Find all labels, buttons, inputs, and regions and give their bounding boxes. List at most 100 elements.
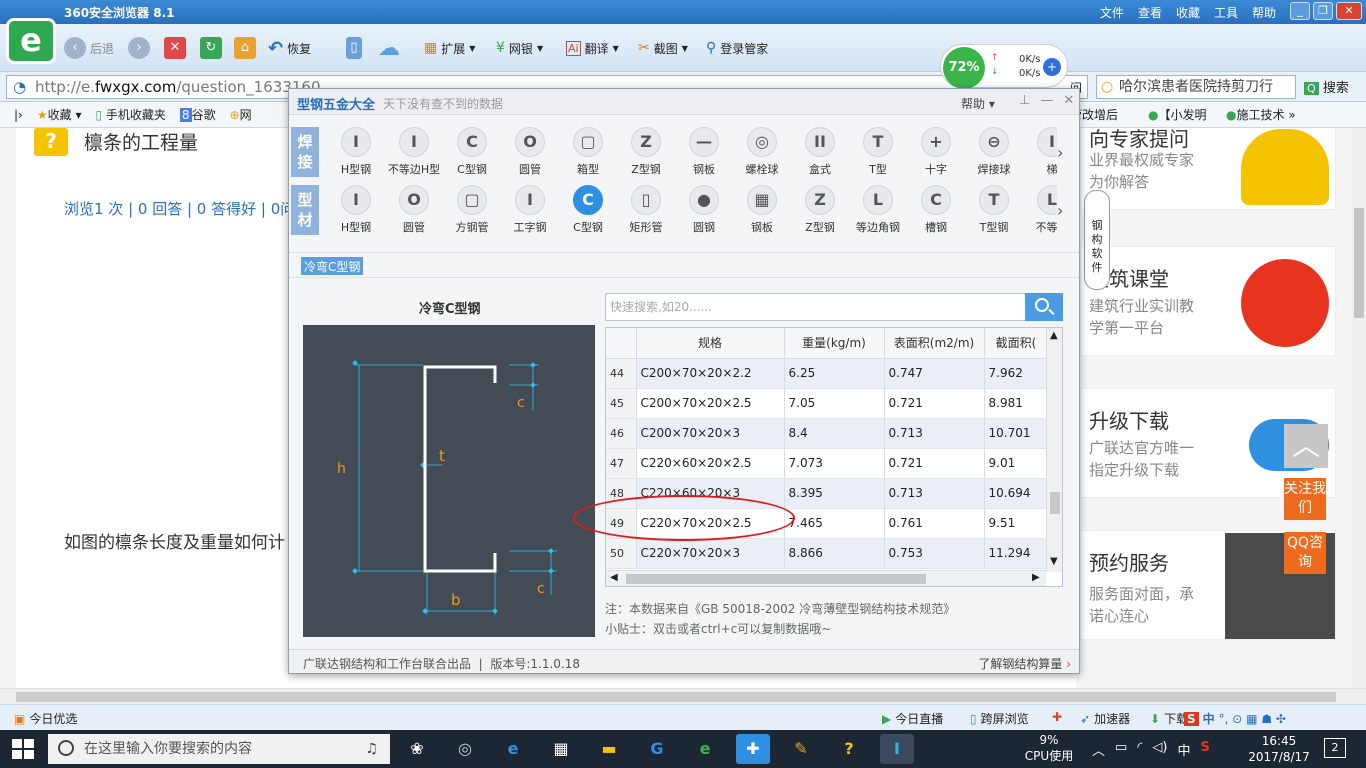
- table-cell[interactable]: C220×70×20×3: [636, 538, 785, 569]
- table-cell[interactable]: C200×70×20×2.5: [636, 388, 785, 419]
- tray-chevron-icon[interactable]: ︿: [1092, 740, 1105, 759]
- table-cell[interactable]: 0.753: [884, 538, 985, 569]
- accelerator[interactable]: ➶ 加速器: [1080, 710, 1130, 727]
- fav-item-invention[interactable]: ●【小发明: [1148, 106, 1207, 123]
- refresh-button[interactable]: ↻: [200, 36, 222, 60]
- table-cell[interactable]: 0.713: [884, 418, 985, 449]
- tray-ime[interactable]: 中: [1177, 740, 1190, 759]
- menu-tools[interactable]: 工具: [1214, 4, 1238, 21]
- table-cell[interactable]: 7.05: [784, 388, 885, 419]
- question-stats[interactable]: 浏览1 次 | 0 回答 | 0 答得好 | 0问: [64, 198, 295, 219]
- today-live[interactable]: ▶ 今日直播: [882, 710, 943, 727]
- cross-screen[interactable]: ▯ 跨屏浏览: [970, 710, 1029, 727]
- speed-plus-icon[interactable]: +: [1043, 58, 1061, 76]
- tray-wifi-icon[interactable]: ◜: [1137, 740, 1142, 759]
- dialog-close-icon[interactable]: ✕: [1063, 93, 1074, 108]
- profile-item[interactable]: O 圆管: [385, 181, 443, 235]
- table-cell[interactable]: C200×70×20×3: [636, 418, 785, 449]
- table-cell[interactable]: 8.866: [784, 538, 885, 569]
- table-cell[interactable]: C220×70×20×2.5: [636, 508, 785, 539]
- weld-item[interactable]: Z Z型钢: [617, 123, 675, 177]
- extend-button[interactable]: ▦ 扩展 ▼: [424, 36, 475, 60]
- column-header[interactable]: 重量(kg/m): [784, 328, 885, 359]
- steel-tool-app-icon[interactable]: I: [880, 734, 914, 764]
- weld-item[interactable]: ⊖ 焊接球: [965, 123, 1023, 177]
- taskbar-search-input[interactable]: 在这里输入你要搜索的内容 ♫: [48, 734, 390, 764]
- plus-app-icon[interactable]: ✚: [736, 734, 770, 764]
- table-cell[interactable]: 8.4: [784, 418, 885, 449]
- profile-item[interactable]: Z Z型钢: [791, 181, 849, 235]
- table-hscroll-thumb[interactable]: [626, 574, 926, 584]
- table-row[interactable]: 47 C220×60×20×2.5 7.073 0.721 9.01: [606, 448, 1049, 479]
- bank-button[interactable]: ¥ 网银 ▼: [496, 36, 543, 60]
- back-to-top-button[interactable]: ︿: [1284, 424, 1328, 468]
- menu-file[interactable]: 文件: [1100, 4, 1124, 21]
- profile-item[interactable]: L 不等边: [1023, 181, 1057, 235]
- table-cell[interactable]: 8.395: [784, 478, 885, 509]
- profile-item[interactable]: ● 圆钢: [675, 181, 733, 235]
- memory-ball[interactable]: 72%: [943, 47, 985, 89]
- table-cell[interactable]: 0.761: [884, 508, 985, 539]
- profile-item[interactable]: ▦ 钢板: [733, 181, 791, 235]
- sogou-ime[interactable]: S 中 °, ⊙ ▦ ☗ ✣: [1184, 710, 1286, 727]
- menu-help[interactable]: 帮助: [1252, 4, 1276, 21]
- table-cell[interactable]: 8.981: [984, 388, 1049, 419]
- profile-item[interactable]: ▯ 矩形管: [617, 181, 675, 235]
- tray-sogou-icon[interactable]: S: [1200, 740, 1209, 759]
- table-cell[interactable]: 9.51: [984, 508, 1049, 539]
- profile-item[interactable]: I H型钢: [327, 181, 385, 235]
- fav-item-google[interactable]: 8 谷歌: [179, 106, 216, 123]
- scroll-right-icon[interactable]: ▶: [1032, 572, 1040, 583]
- minimize-icon[interactable]: _: [1290, 2, 1310, 20]
- file-explorer-icon[interactable]: ▬: [592, 734, 626, 764]
- table-cell[interactable]: 7.962: [984, 358, 1049, 389]
- store-icon[interactable]: ▦: [544, 734, 578, 764]
- dialog-help-menu[interactable]: 帮助 ▾: [961, 95, 995, 112]
- weld-item[interactable]: C C型钢: [443, 123, 501, 177]
- glodon-app-icon[interactable]: G: [640, 734, 674, 764]
- stop-button[interactable]: ✕: [164, 36, 186, 60]
- restore-button[interactable]: ↶ 恢复: [268, 36, 311, 60]
- swirl-app-icon[interactable]: ◎: [448, 734, 482, 764]
- weld-item[interactable]: ◎ 螺栓球: [733, 123, 791, 177]
- profile-item[interactable]: C C型钢: [559, 181, 617, 235]
- fav-item-construction[interactable]: ●施工技术 »: [1226, 106, 1296, 123]
- sidebar-toggle-icon[interactable]: |›: [14, 108, 23, 122]
- side-card-classroom[interactable]: 建筑课堂 建筑行业实训教 学第一平台: [1080, 246, 1336, 356]
- fav-item-mobile[interactable]: ▯ 手机收藏夹: [95, 106, 165, 123]
- page-vertical-scrollbar[interactable]: [1352, 128, 1366, 688]
- scroll-down-icon[interactable]: ▼: [1050, 556, 1058, 567]
- side-card-expert[interactable]: 向专家提问 业界最权威专家 为你解答: [1080, 128, 1336, 210]
- health-icon[interactable]: ✚: [1052, 710, 1062, 724]
- column-header[interactable]: 截面积(: [984, 328, 1049, 359]
- forward-button[interactable]: ›: [128, 36, 150, 60]
- weld-item[interactable]: O 圆管: [501, 123, 559, 177]
- table-cell[interactable]: 0.713: [884, 478, 985, 509]
- task-view-icon[interactable]: ❀: [400, 734, 434, 764]
- column-header[interactable]: 规格: [636, 328, 785, 359]
- today-pick[interactable]: ▣ 今日优选: [14, 710, 77, 727]
- edge-icon[interactable]: e: [496, 734, 530, 764]
- table-cell[interactable]: C220×60×20×3: [636, 478, 785, 509]
- browser-360-icon[interactable]: e: [688, 734, 722, 764]
- page-horizontal-scrollbar[interactable]: [0, 688, 1366, 704]
- network-speed-widget[interactable]: 72% ↑ ↓ 0K/s 0K/s +: [940, 44, 1068, 89]
- login-manager-button[interactable]: ⚲ 登录管家: [706, 36, 768, 60]
- table-cell[interactable]: C200×70×20×2.2: [636, 358, 785, 389]
- profile-item[interactable]: T T型钢: [965, 181, 1023, 235]
- spec-table[interactable]: 规格 重量(kg/m) 表面积(m2/m) 截面积( 44 C200×70×20×…: [605, 327, 1063, 587]
- weld-item[interactable]: I梯: [1023, 123, 1057, 177]
- back-button[interactable]: ‹ 后退: [64, 36, 114, 60]
- table-row[interactable]: 44 C200×70×20×2.2 6.25 0.747 7.962: [606, 358, 1049, 389]
- table-row[interactable]: 49 C220×70×20×2.5 7.465 0.761 9.51: [606, 508, 1049, 539]
- windows-start-icon[interactable]: [12, 739, 34, 759]
- table-scroll-thumb[interactable]: [1050, 492, 1060, 514]
- menu-favorites[interactable]: 收藏: [1176, 4, 1200, 21]
- phone-button[interactable]: ▯: [346, 36, 362, 60]
- microphone-icon[interactable]: ♫: [365, 734, 378, 764]
- weld-item[interactable]: ▢ 箱型: [559, 123, 617, 177]
- profile-item[interactable]: I 工字钢: [501, 181, 559, 235]
- table-row[interactable]: 48 C220×60×20×3 8.395 0.713 10.694: [606, 478, 1049, 509]
- pin-icon[interactable]: ⊥: [1019, 93, 1030, 108]
- maximize-icon[interactable]: ❐: [1313, 2, 1333, 20]
